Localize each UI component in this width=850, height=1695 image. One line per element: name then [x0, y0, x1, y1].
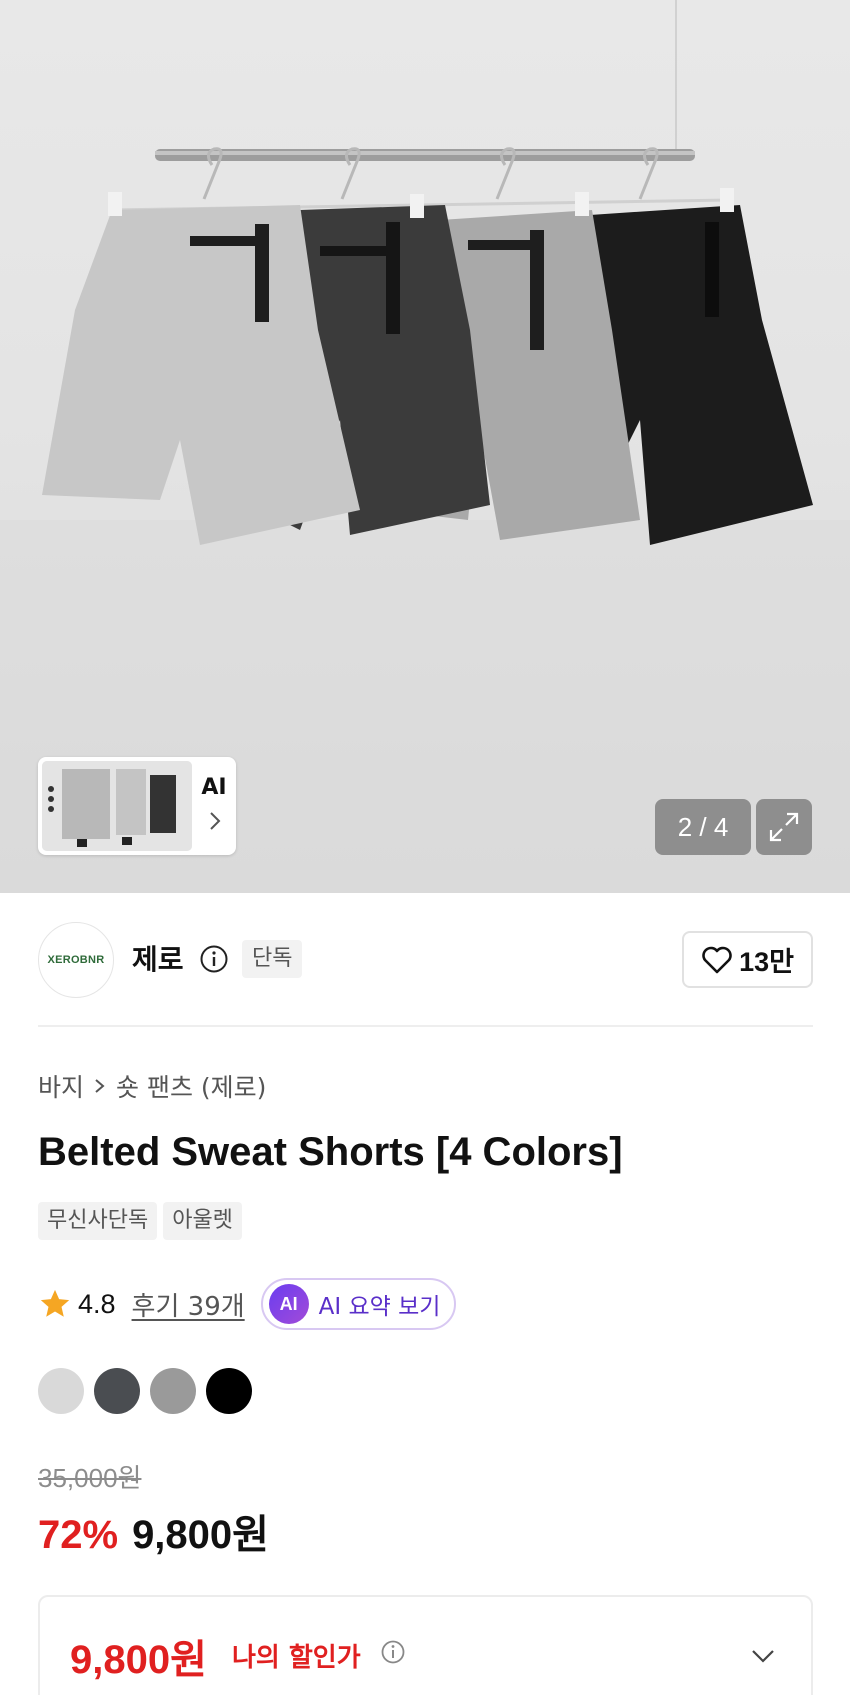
rating-value: 4.8: [78, 1288, 116, 1319]
tag-outlet: 아울렛: [163, 1202, 242, 1240]
exclusive-tag: 단독: [242, 940, 303, 978]
expand-button[interactable]: [756, 799, 812, 855]
info-icon[interactable]: [380, 1639, 406, 1665]
my-price-label: 나의 할인가: [232, 1643, 361, 1673]
image-counter: 2 / 4: [655, 799, 751, 855]
info-icon[interactable]: [199, 944, 229, 974]
brand-name[interactable]: 제로: [132, 938, 184, 978]
color-swatches: [38, 1368, 252, 1414]
expand-icon: [769, 812, 799, 842]
breadcrumb: 바지 숏 팬츠 (제로): [38, 1068, 266, 1104]
ai-thumbnail-label: AI: [201, 775, 227, 800]
brand-logo-text: XEROBNR: [47, 954, 105, 966]
ai-summary-label: AI 요약 보기: [318, 1294, 441, 1320]
discount-rate: 72%: [38, 1513, 119, 1557]
chevron-down-icon: [752, 1650, 774, 1663]
review-link[interactable]: 후기 39개: [132, 1286, 245, 1323]
my-discount-price-panel[interactable]: 9,800원 나의 할인가: [38, 1595, 813, 1695]
tag-musinsa-exclusive: 무신사단독: [38, 1202, 158, 1240]
price-row: 72% 9,800원: [38, 1502, 269, 1560]
product-title: Belted Sweat Shorts [4 Colors]: [38, 1130, 623, 1174]
original-price: 35,000원: [38, 1463, 142, 1493]
sale-price: 9,800원: [132, 1513, 269, 1557]
product-tags: 무신사단독 아울렛: [38, 1202, 242, 1240]
swatch-gray[interactable]: [150, 1368, 196, 1414]
breadcrumb-category[interactable]: 바지: [38, 1068, 84, 1104]
brand-logo[interactable]: XEROBNR: [38, 922, 114, 998]
ai-summary-button[interactable]: AI AI 요약 보기: [260, 1278, 457, 1330]
ai-thumbnail-image: [42, 761, 192, 851]
chevron-right-icon: [210, 812, 221, 830]
star-icon: [40, 1289, 70, 1317]
rating-row: 4.8 후기 39개 AI AI 요약 보기: [38, 1278, 457, 1330]
my-price-amount: 9,800원: [70, 1638, 207, 1682]
chevron-right-icon: [95, 1079, 105, 1093]
breadcrumb-subcategory[interactable]: 숏 팬츠 (제로): [116, 1068, 266, 1104]
like-button[interactable]: 13만: [682, 931, 813, 988]
ai-fitting-thumbnail[interactable]: AI: [38, 757, 236, 855]
swatch-light-gray[interactable]: [38, 1368, 84, 1414]
swatch-black[interactable]: [206, 1368, 252, 1414]
swatch-charcoal[interactable]: [94, 1368, 140, 1414]
ai-badge-icon: AI: [268, 1284, 309, 1324]
divider: [38, 1025, 813, 1027]
product-image-gallery[interactable]: AI 2 / 4: [0, 0, 850, 893]
like-count: 13만: [739, 947, 794, 977]
heart-icon: [702, 946, 732, 973]
